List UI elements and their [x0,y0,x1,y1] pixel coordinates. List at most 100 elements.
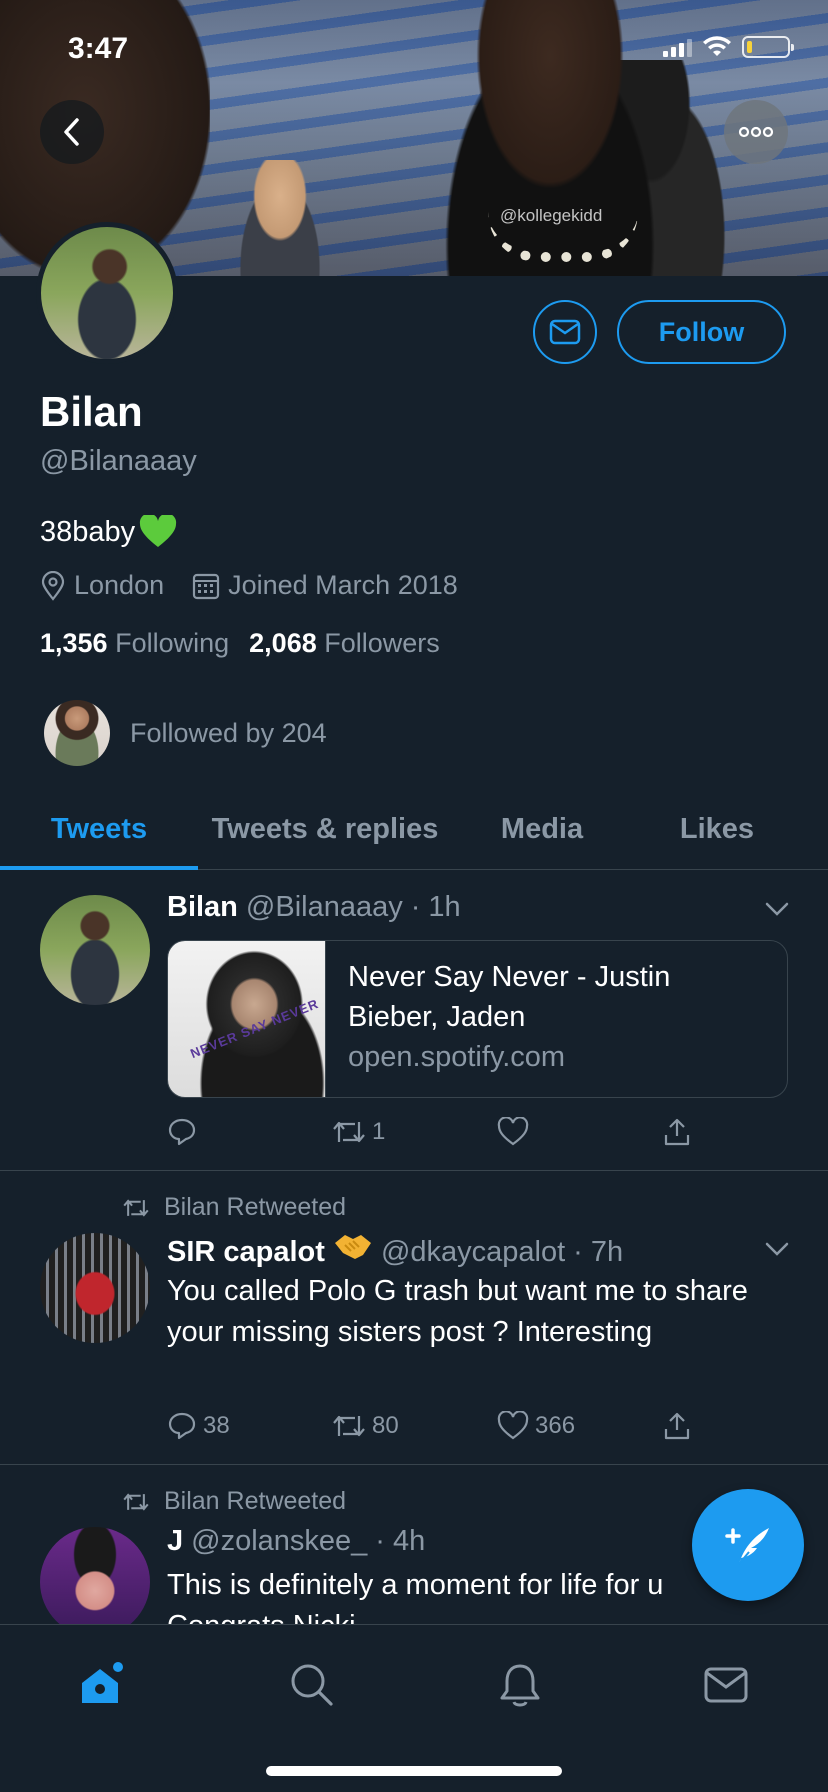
reply-icon [168,1118,196,1146]
search-icon [291,1664,333,1706]
share-button[interactable] [662,1117,702,1147]
retweet-icon [333,1121,365,1143]
profile-joined: Joined March 2018 [192,570,458,601]
followed-by-row[interactable]: Followed by 204 [44,700,327,766]
message-button[interactable] [533,300,597,364]
nav-messages[interactable] [696,1655,756,1715]
banner-figure-background [230,160,330,276]
card-domain: open.spotify.com [348,1041,566,1073]
reply-button[interactable] [167,1117,332,1147]
link-preview-card[interactable]: NEVER SAY NEVER Never Say Never - Justin… [167,940,788,1098]
chevron-down-icon[interactable] [764,1241,790,1257]
location-text: London [74,570,165,600]
follower-avatar [44,700,110,766]
share-icon [664,1118,690,1146]
retweet-count: 1 [372,1118,386,1145]
tweet-author-name: Bilan [167,891,238,923]
tweet-header: J @zolanskee_ · 4h [167,1525,425,1558]
home-indicator[interactable] [266,1766,562,1776]
tweet-actions: 38 80 366 [167,1411,707,1441]
battery-icon [742,36,794,58]
tab-likes[interactable]: Likes [632,790,802,868]
tweet-author-name: J [167,1525,184,1557]
followers-count: 2,068 [249,628,317,658]
tab-tweets[interactable]: Tweets [0,790,198,870]
location-pin-icon [41,570,65,601]
wifi-icon [703,36,731,56]
follow-button[interactable]: Follow [617,300,786,364]
tweet-avatar[interactable] [40,895,150,1005]
retweet-icon [123,1492,149,1511]
following-link[interactable]: 1,356 Following [40,628,229,659]
tweet-text: This is definitely a moment for life for… [167,1569,664,1625]
album-art-text: NEVER SAY NEVER [188,995,321,1062]
profile-name: Bilan [40,388,143,435]
tweet-time: · 7h [573,1236,624,1268]
tweet-avatar[interactable] [40,1233,150,1343]
reply-count: 38 [203,1412,230,1439]
reply-icon [168,1412,196,1440]
nav-search[interactable] [282,1655,342,1715]
share-icon [664,1412,690,1440]
card-title: Never Say Never - Justin Bieber, Jaden [348,961,671,1033]
profile-counts: 1,356 Following 2,068 Followers [40,628,440,659]
nav-home[interactable] [72,1655,132,1715]
handshake-emoji-icon [334,1235,371,1259]
tweet-author-handle: @zolanskee_ [191,1525,368,1557]
chevron-down-icon[interactable] [764,901,790,917]
tweet-actions: 1 [167,1117,707,1147]
tweet-time: · 4h [375,1525,426,1557]
tweet-author-name: SIR capalot [167,1236,325,1268]
cellular-signal-icon [663,37,692,57]
tweet-avatar[interactable] [40,1527,150,1625]
profile-handle: @Bilanaaay [40,445,197,477]
like-icon [497,1117,529,1146]
more-options-button[interactable] [724,100,788,164]
compose-tweet-button[interactable] [692,1489,804,1601]
retweeted-text: Bilan Retweeted [164,1193,347,1221]
green-heart-icon [140,515,177,547]
back-arrow-icon [64,118,79,146]
retweet-count: 80 [372,1412,399,1439]
like-button[interactable] [497,1117,662,1147]
calendar-icon [193,573,220,599]
retweeted-text: Bilan Retweeted [164,1487,347,1515]
followers-link[interactable]: 2,068 Followers [249,628,440,659]
profile-bio: 38baby [40,515,177,549]
compose-icon [725,1528,769,1565]
like-button[interactable]: 366 [497,1411,662,1441]
retweet-icon [123,1198,149,1217]
tweet-author-handle: @dkaycapalot [380,1236,566,1268]
tweet-item[interactable]: Bilan Retweeted SIR capalot @dkaycapalot… [0,1171,828,1465]
tweet-header: SIR capalot @dkaycapalot · 7h [167,1231,623,1269]
card-body: Never Say Never - Justin Bieber, Jaden o… [326,941,787,1097]
tweet-text: You called Polo G trash but want me to s… [167,1275,748,1348]
tweet-header: Bilan @Bilanaaay · 1h [167,891,461,924]
tab-media[interactable]: Media [452,790,632,868]
bio-text: 38baby [40,515,136,548]
more-icon [738,126,774,138]
back-button[interactable] [40,100,104,164]
followers-label: Followers [324,628,440,658]
share-button[interactable] [662,1411,702,1441]
like-count: 366 [535,1412,576,1439]
like-icon [497,1411,529,1440]
retweet-button[interactable]: 1 [332,1117,497,1147]
profile-location: London [40,570,164,601]
banner-watermark: @kollegekidd [500,206,603,225]
retweet-button[interactable]: 80 [332,1411,497,1441]
tab-tweets-replies[interactable]: Tweets & replies [198,790,452,868]
following-label: Following [115,628,230,658]
retweeted-indicator: Bilan Retweeted [122,1193,346,1222]
reply-button[interactable]: 38 [167,1411,332,1441]
album-art: NEVER SAY NEVER [168,941,326,1097]
following-count: 1,356 [40,628,108,658]
mail-icon [549,319,581,345]
tweet-time: · 1h [410,891,461,923]
profile-tabs: Tweets Tweets & replies Media Likes [0,790,828,870]
status-icons [663,36,794,58]
retweeted-indicator: Bilan Retweeted [122,1487,346,1516]
profile-avatar[interactable] [36,222,178,364]
nav-notifications[interactable] [490,1655,550,1715]
joined-text: Joined March 2018 [228,570,458,600]
